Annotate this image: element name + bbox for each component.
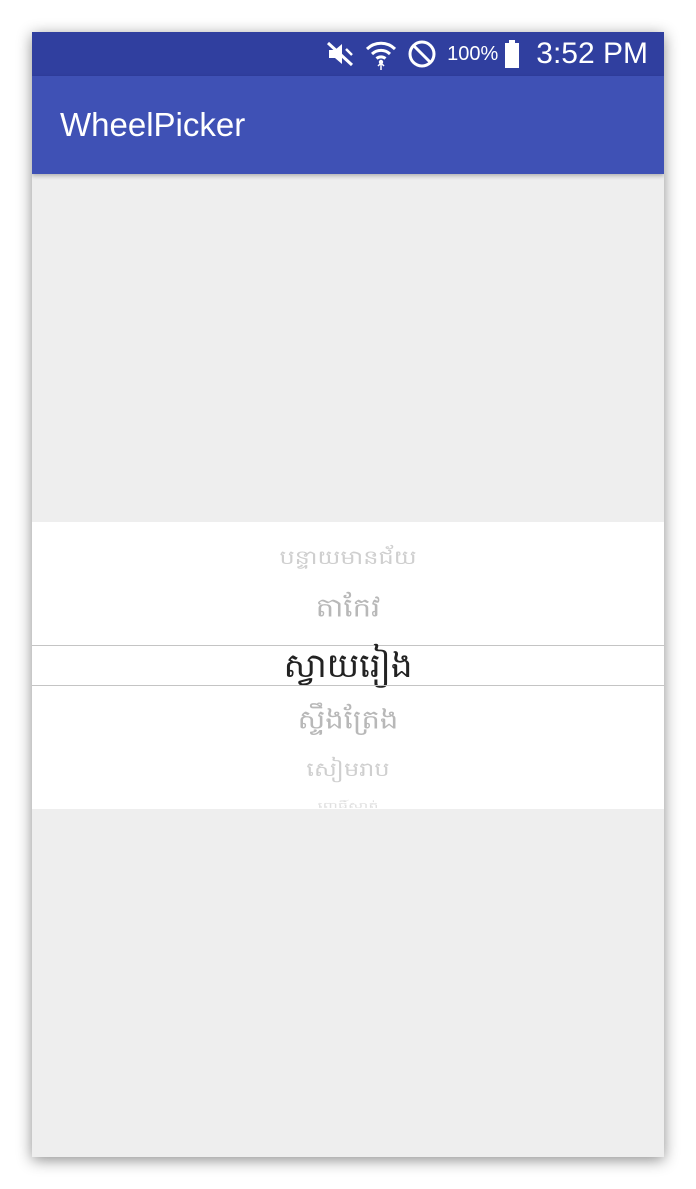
wheel-item[interactable]: ស្ទឹងត្រែង (32, 704, 664, 743)
wheel-item[interactable]: តាកែវ (32, 592, 664, 631)
selection-indicator-bottom (32, 685, 664, 686)
wheel-item[interactable]: បន្ទាយមានជ័យ (32, 545, 664, 574)
status-clock: 3:52 PM (536, 37, 648, 70)
mute-icon (325, 40, 355, 68)
status-icons: 100% 3:52 PM (325, 32, 648, 76)
status-bar: 100% 3:52 PM (32, 32, 664, 76)
phone-screen: 100% 3:52 PM WheelPicker បន្ទាយមានជ័យ តា… (32, 32, 664, 1157)
wheel-picker[interactable]: បន្ទាយមានជ័យ តាកែវ ស្វាយរៀង ស្ទឹងត្រែង ស… (32, 522, 664, 809)
app-bar: WheelPicker (32, 76, 664, 174)
main-content: បន្ទាយមានជ័យ តាកែវ ស្វាយរៀង ស្ទឹងត្រែង ស… (32, 174, 664, 1157)
wifi-icon (365, 38, 397, 70)
wheel-item[interactable]: សៀមរាប (32, 757, 664, 786)
battery-icon (504, 40, 520, 68)
do-not-disturb-icon (407, 39, 437, 69)
battery-percent: 100% (447, 42, 499, 65)
wheel-item[interactable]: ពោធិ៍សាត់ (32, 800, 664, 810)
wheel-item-selected[interactable]: ស្វាយរៀង (32, 644, 664, 694)
app-title: WheelPicker (60, 106, 246, 143)
